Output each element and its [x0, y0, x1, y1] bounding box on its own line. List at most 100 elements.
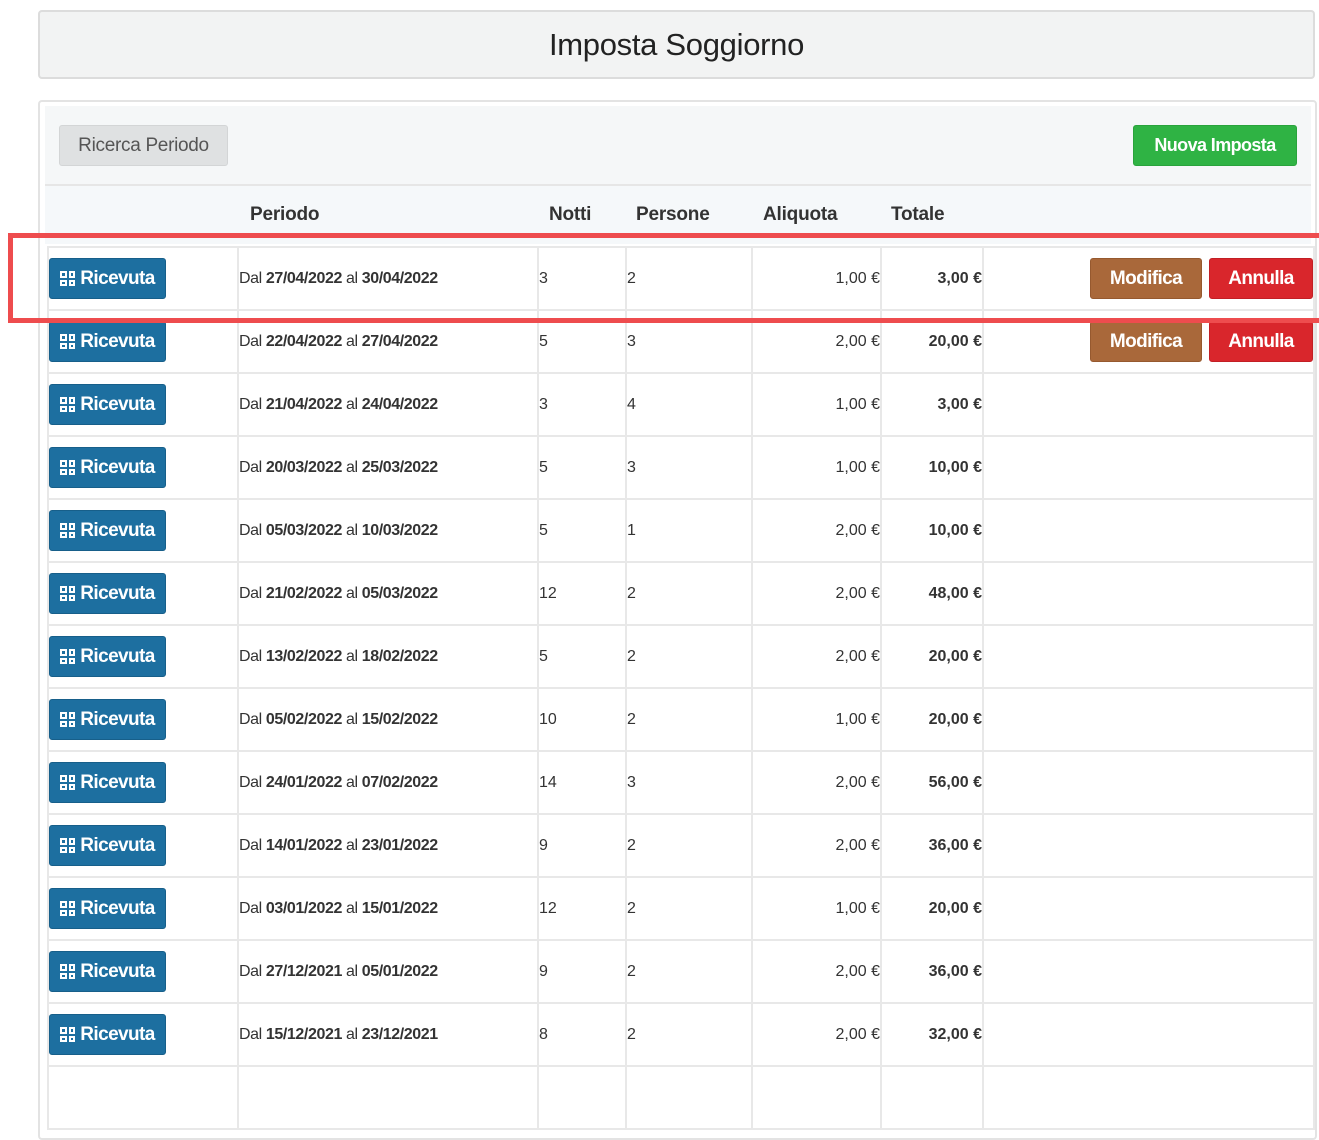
cell-periodo: Dal 03/01/2022 al 15/01/2022 — [237, 876, 539, 941]
cell-aliquota: 2,00 € — [751, 309, 882, 374]
cell-aliquota: 1,00 € — [751, 876, 882, 941]
cell-persone: 2 — [625, 939, 753, 1004]
cell-aliquota — [751, 1065, 882, 1130]
tax-table-body: Ricevuta Dal 27/04/2022 al 30/04/2022 3 2 1,… — [47, 246, 1315, 1130]
cell-row-actions — [982, 498, 1315, 563]
cell-row-actions: Modifica Annulla — [982, 246, 1315, 311]
cell-persone: 3 — [625, 309, 753, 374]
cell-aliquota: 1,00 € — [751, 687, 882, 752]
date-to: 18/02/2022 — [361, 647, 438, 665]
cell-row-actions — [982, 876, 1315, 941]
receipt-label: Ricevuta — [80, 960, 155, 982]
cell-persone: 1 — [625, 498, 753, 563]
cell-notti — [537, 1065, 627, 1130]
cell-totale: 56,00 € — [880, 750, 984, 815]
date-from: 21/02/2022 — [265, 584, 342, 602]
cell-totale: 10,00 € — [880, 435, 984, 500]
table-row: Ricevuta Dal 22/04/2022 al 27/04/2022 5 3 2,… — [47, 309, 1315, 374]
date-to: 07/02/2022 — [361, 773, 438, 791]
cell-persone: 3 — [625, 435, 753, 500]
cell-row-actions — [982, 813, 1315, 878]
receipt-button[interactable]: Ricevuta — [49, 636, 166, 677]
receipt-button[interactable]: Ricevuta — [49, 510, 166, 551]
column-header-notti: Notti — [549, 204, 592, 225]
receipt-button[interactable]: Ricevuta — [49, 762, 166, 803]
cell-aliquota: 1,00 € — [751, 435, 882, 500]
table-row: Ricevuta Dal 15/12/2021 al 23/12/2021 8 2 2,… — [47, 1002, 1315, 1067]
date-from: 27/12/2021 — [265, 962, 342, 980]
cell-row-actions — [982, 687, 1315, 752]
table-row: Ricevuta Dal 24/01/2022 al 07/02/2022 14 3 2… — [47, 750, 1315, 815]
cell-notti: 8 — [537, 1002, 627, 1067]
cell-notti: 12 — [537, 876, 627, 941]
cell-action: Ricevuta — [47, 561, 239, 626]
cell-totale: 36,00 € — [880, 939, 984, 1004]
column-header-totale: Totale — [891, 204, 945, 225]
to-label: al — [346, 269, 358, 287]
cell-periodo: Dal 22/04/2022 al 27/04/2022 — [237, 309, 539, 374]
cell-aliquota: 1,00 € — [751, 246, 882, 311]
cancel-button[interactable]: Annulla — [1209, 321, 1313, 362]
cell-totale — [880, 1065, 984, 1130]
receipt-label: Ricevuta — [80, 897, 155, 919]
to-label: al — [346, 710, 358, 728]
search-period-button[interactable]: Ricerca Periodo — [59, 125, 228, 166]
receipt-button[interactable]: Ricevuta — [49, 951, 166, 992]
cell-persone: 2 — [625, 246, 753, 311]
cell-notti: 10 — [537, 687, 627, 752]
table-row: Ricevuta Dal 21/02/2022 al 05/03/2022 12 2 2… — [47, 561, 1315, 626]
cell-aliquota: 2,00 € — [751, 561, 882, 626]
to-label: al — [346, 458, 358, 476]
to-label: al — [346, 521, 358, 539]
cell-notti: 3 — [537, 246, 627, 311]
cell-totale: 20,00 € — [880, 624, 984, 689]
receipt-button[interactable]: Ricevuta — [49, 447, 166, 488]
qrcode-icon — [60, 712, 76, 727]
receipt-button[interactable]: Ricevuta — [49, 825, 166, 866]
receipt-button[interactable]: Ricevuta — [49, 699, 166, 740]
qrcode-icon — [60, 271, 76, 286]
cell-row-actions — [982, 1065, 1315, 1130]
cell-periodo: Dal 13/02/2022 al 18/02/2022 — [237, 624, 539, 689]
cell-action: Ricevuta — [47, 246, 239, 311]
cell-aliquota: 2,00 € — [751, 750, 882, 815]
receipt-button[interactable]: Ricevuta — [49, 1014, 166, 1055]
to-label: al — [346, 332, 358, 350]
receipt-button[interactable]: Ricevuta — [49, 888, 166, 929]
cell-periodo: Dal 15/12/2021 al 23/12/2021 — [237, 1002, 539, 1067]
date-to: 15/02/2022 — [361, 710, 438, 728]
qrcode-icon — [60, 649, 76, 664]
table-row: Ricevuta Dal 05/03/2022 al 10/03/2022 5 1 2,… — [47, 498, 1315, 563]
date-from: 03/01/2022 — [265, 899, 342, 917]
date-to: 05/01/2022 — [361, 962, 438, 980]
edit-button[interactable]: Modifica — [1090, 321, 1202, 362]
receipt-label: Ricevuta — [80, 267, 155, 289]
date-to: 23/12/2021 — [361, 1025, 438, 1043]
qrcode-icon — [60, 838, 76, 853]
qrcode-icon — [60, 397, 76, 412]
edit-button[interactable]: Modifica — [1090, 258, 1202, 299]
receipt-button[interactable]: Ricevuta — [49, 384, 166, 425]
receipt-button[interactable]: Ricevuta — [49, 258, 166, 299]
cell-notti: 5 — [537, 435, 627, 500]
table-row: Ricevuta Dal 03/01/2022 al 15/01/2022 12 2 1… — [47, 876, 1315, 941]
cell-periodo: Dal 27/04/2022 al 30/04/2022 — [237, 246, 539, 311]
receipt-button[interactable]: Ricevuta — [49, 321, 166, 362]
tax-table: Ricevuta Dal 27/04/2022 al 30/04/2022 3 2 1,… — [47, 246, 1315, 1130]
receipt-button[interactable]: Ricevuta — [49, 573, 166, 614]
new-tax-button[interactable]: Nuova Imposta — [1133, 125, 1297, 166]
cell-totale: 36,00 € — [880, 813, 984, 878]
date-to: 23/01/2022 — [361, 836, 438, 854]
cancel-button[interactable]: Annulla — [1209, 258, 1313, 299]
cell-action: Ricevuta — [47, 687, 239, 752]
cell-action: Ricevuta — [47, 624, 239, 689]
receipt-label: Ricevuta — [80, 1023, 155, 1045]
cell-action: Ricevuta — [47, 1002, 239, 1067]
cell-action — [47, 1065, 239, 1130]
date-to: 10/03/2022 — [361, 521, 438, 539]
receipt-label: Ricevuta — [80, 645, 155, 667]
cell-periodo: Dal 05/03/2022 al 10/03/2022 — [237, 498, 539, 563]
tax-panel: Ricerca Periodo Nuova Imposta Periodo No… — [38, 100, 1317, 1140]
cell-action: Ricevuta — [47, 876, 239, 941]
cell-action: Ricevuta — [47, 813, 239, 878]
